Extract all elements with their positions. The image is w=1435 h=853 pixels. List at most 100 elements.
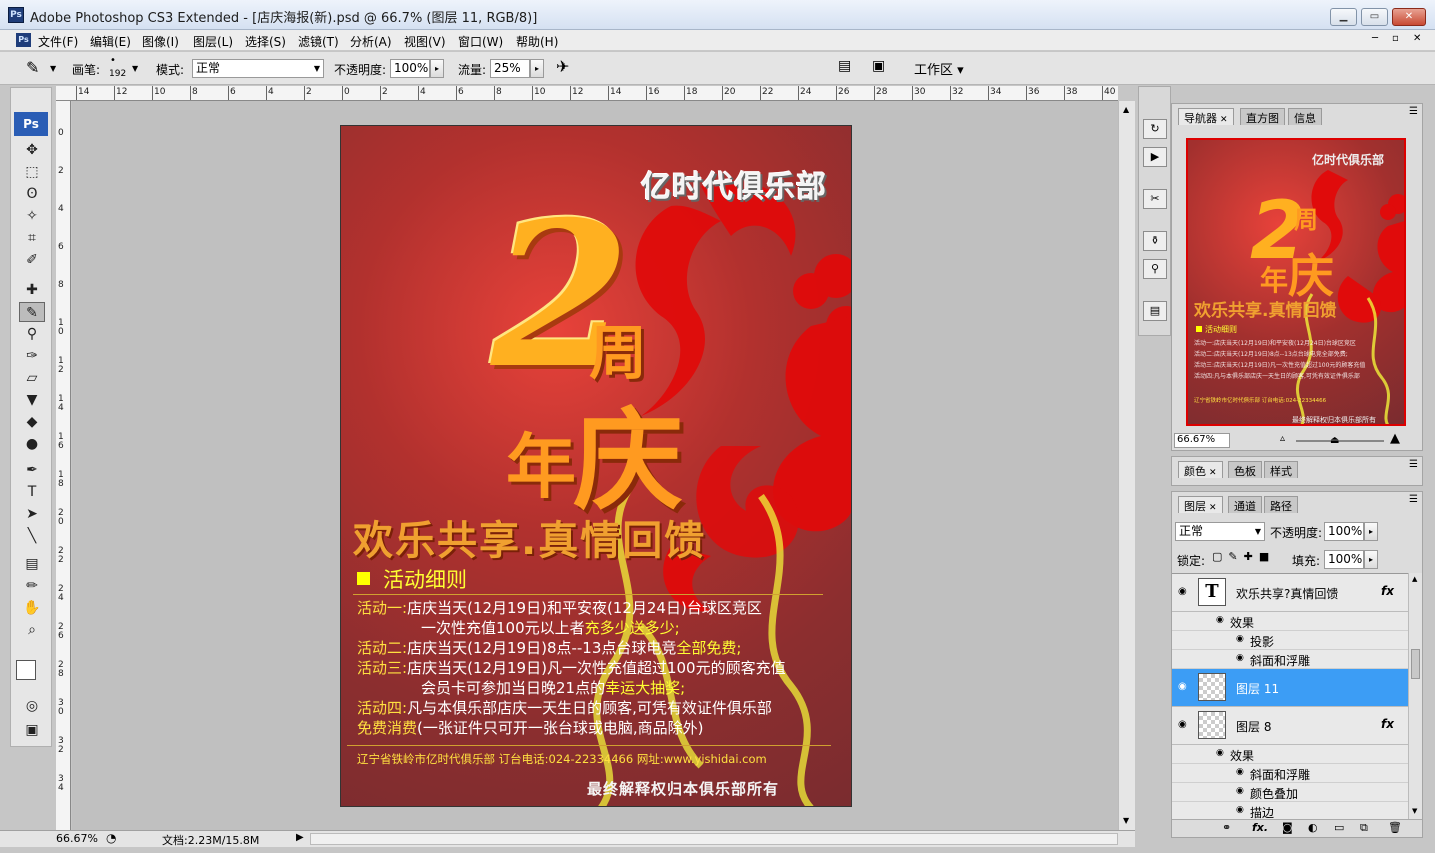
status-info-icon[interactable]: ◔ xyxy=(106,831,116,845)
menu-item[interactable]: 图层(L) xyxy=(189,32,237,51)
flow-arrow-icon[interactable]: ▸ xyxy=(530,59,544,78)
poster-document[interactable]: 亿时代俱乐部 2 周 年 庆 欢乐共享.真情回馈 活动细则 活动一:店庆当天(1… xyxy=(340,125,852,807)
airbrush-icon[interactable]: ✈ xyxy=(556,57,569,76)
menu-item[interactable]: 文件(F) xyxy=(34,32,82,51)
horizontal-scrollbar[interactable] xyxy=(310,833,1118,845)
layer-opacity-arrow-icon[interactable]: ▸ xyxy=(1364,522,1378,541)
document-icon[interactable]: Ps xyxy=(16,33,31,47)
new-group-icon[interactable]: ▭ xyxy=(1334,821,1344,834)
layer-effect-row[interactable]: ◉ 描边 xyxy=(1172,802,1408,819)
close-button[interactable]: ✕ xyxy=(1392,8,1426,26)
eyedropper-icon[interactable]: ✏ xyxy=(19,576,45,596)
scroll-down-icon[interactable]: ▼ xyxy=(1412,807,1417,815)
palette-well-icon[interactable]: ▤ xyxy=(838,58,851,74)
notes-tool-icon[interactable]: ▤ xyxy=(19,554,45,574)
zoom-level[interactable]: 66.67% xyxy=(56,832,98,845)
brush-tool-icon[interactable]: ✎ xyxy=(26,58,39,77)
layer-effect-row[interactable]: ◉ 效果 xyxy=(1172,745,1408,764)
zoom-tool-icon[interactable]: ⌕ xyxy=(19,620,45,640)
flow-input[interactable]: 25% xyxy=(490,59,530,78)
panel-menu-icon[interactable]: ☰ xyxy=(1409,106,1418,117)
actions-icon[interactable]: ▶ xyxy=(1143,147,1167,167)
navigator-thumbnail[interactable]: 亿时代俱乐部 2 周 年 庆 欢乐共享.真情回馈 活动细则 活动一:店庆当天(1… xyxy=(1186,138,1406,426)
navigator-zoom-input[interactable]: 66.67% xyxy=(1174,433,1230,448)
menu-item[interactable]: 窗口(W) xyxy=(454,32,507,51)
mode-select[interactable]: 正常 ▼ xyxy=(192,59,324,78)
menu-item[interactable]: 编辑(E) xyxy=(86,32,135,51)
brushes-icon[interactable]: ⚲ xyxy=(1143,259,1167,279)
workspace-menu[interactable]: 工作区 ▾ xyxy=(914,59,964,78)
layer-name[interactable]: 图层 8 xyxy=(1236,718,1271,735)
scroll-up-icon[interactable]: ▲ xyxy=(1123,105,1129,114)
brush-size[interactable]: 192 xyxy=(109,69,126,79)
eye-icon[interactable]: ◉ xyxy=(1178,586,1187,597)
menu-item[interactable]: 滤镜(T) xyxy=(294,32,343,51)
eye-icon[interactable]: ◉ xyxy=(1236,634,1244,644)
layer-effect-row[interactable]: ◉ 颜色叠加 xyxy=(1172,783,1408,802)
eye-icon[interactable]: ◉ xyxy=(1216,748,1224,758)
layer-name[interactable]: 图层 11 xyxy=(1236,680,1279,697)
lock-icons[interactable]: ▢✎✚■ xyxy=(1212,550,1275,563)
crop-tool-icon[interactable]: ⌗ xyxy=(19,228,45,248)
panel-tab[interactable]: 直方图 xyxy=(1240,108,1285,125)
paint-bucket-icon[interactable]: ▼ xyxy=(19,390,45,410)
panel-tab[interactable]: 通道 xyxy=(1228,496,1262,513)
lasso-tool-icon[interactable]: ʘ xyxy=(19,184,45,204)
minimize-button[interactable]: ▁ xyxy=(1330,8,1357,26)
layer-row[interactable]: ◉ 图层 11 xyxy=(1172,669,1408,707)
new-layer-icon[interactable]: ⧉ xyxy=(1360,821,1368,835)
menu-item[interactable]: 选择(S) xyxy=(241,32,290,51)
layer-effect-row[interactable]: ◉ 投影 xyxy=(1172,631,1408,650)
move-tool-icon[interactable]: ✥ xyxy=(19,140,45,160)
line-tool-icon[interactable]: ╲ xyxy=(19,526,45,546)
layer-effect-row[interactable]: ◉ 斜面和浮雕 xyxy=(1172,650,1408,669)
layer-effect-row[interactable]: ◉ 效果 xyxy=(1172,612,1408,631)
chevron-down-icon[interactable]: ▼ xyxy=(50,64,56,73)
opacity-input[interactable]: 100% xyxy=(390,59,430,78)
layer-effect-row[interactable]: ◉ 斜面和浮雕 xyxy=(1172,764,1408,783)
eye-icon[interactable]: ◉ xyxy=(1178,681,1187,692)
type-tool-icon[interactable]: T xyxy=(19,482,45,502)
panel-tab[interactable]: 信息 xyxy=(1288,108,1322,125)
menu-item[interactable]: 视图(V) xyxy=(400,32,450,51)
zoom-slider[interactable] xyxy=(1296,440,1384,442)
panel-tab[interactable]: 颜色 ✕ xyxy=(1178,461,1223,478)
healing-brush-icon[interactable]: ✚ xyxy=(19,280,45,300)
eye-icon[interactable]: ◉ xyxy=(1216,615,1224,625)
scroll-thumb[interactable] xyxy=(1411,649,1420,679)
pen-tool-icon[interactable]: ✒ xyxy=(19,460,45,480)
menu-item[interactable]: 图像(I) xyxy=(138,32,183,51)
layer-name[interactable]: 欢乐共享?真情回馈 xyxy=(1236,585,1338,602)
status-menu-arrow-icon[interactable]: ▶ xyxy=(296,832,304,843)
layer-opacity-input[interactable]: 100% xyxy=(1324,522,1364,541)
layers-scrollbar[interactable]: ▲ ▼ xyxy=(1408,573,1422,819)
zoom-slider-thumb[interactable]: ⏏ xyxy=(1330,435,1339,446)
doc-minimize-icon[interactable]: ─ xyxy=(1372,33,1378,44)
panel-tab[interactable]: 样式 xyxy=(1264,461,1298,478)
screen-mode-icon[interactable]: ▣ xyxy=(19,720,45,740)
eye-icon[interactable]: ◉ xyxy=(1178,719,1187,730)
panel-tab[interactable]: 路径 xyxy=(1264,496,1298,513)
eraser-tool-icon[interactable]: ▱ xyxy=(19,368,45,388)
panel-tab[interactable]: 导航器 ✕ xyxy=(1178,108,1234,125)
foreground-color-swatch[interactable] xyxy=(16,660,36,680)
hand-tool-icon[interactable]: ✋ xyxy=(19,598,45,618)
link-layers-icon[interactable]: ⚭ xyxy=(1222,821,1231,834)
scroll-up-icon[interactable]: ▲ xyxy=(1412,575,1417,583)
menu-item[interactable]: 分析(A) xyxy=(346,32,396,51)
panel-menu-icon[interactable]: ☰ xyxy=(1409,459,1418,470)
panel-menu-icon[interactable]: ☰ xyxy=(1409,494,1418,505)
dodge-tool-icon[interactable]: ● xyxy=(19,434,45,454)
panel-tab[interactable]: 图层 ✕ xyxy=(1178,496,1223,513)
tab-close-icon[interactable]: ✕ xyxy=(1209,468,1217,478)
path-select-icon[interactable]: ➤ xyxy=(19,504,45,524)
eye-icon[interactable]: ◉ xyxy=(1236,805,1244,815)
layer-row[interactable]: ◉ T 欢乐共享?真情回馈 fx xyxy=(1172,574,1408,612)
bridge-icon[interactable]: ▣ xyxy=(872,58,885,74)
history-brush-icon[interactable]: ✑ xyxy=(19,346,45,366)
blur-tool-icon[interactable]: ◆ xyxy=(19,412,45,432)
brush-tool-icon[interactable]: ✎ xyxy=(19,302,45,322)
layer-fx-icon[interactable]: fx xyxy=(1381,584,1394,598)
history-icon[interactable]: ↻ xyxy=(1143,119,1167,139)
clone-stamp-icon[interactable]: ⚲ xyxy=(19,324,45,344)
